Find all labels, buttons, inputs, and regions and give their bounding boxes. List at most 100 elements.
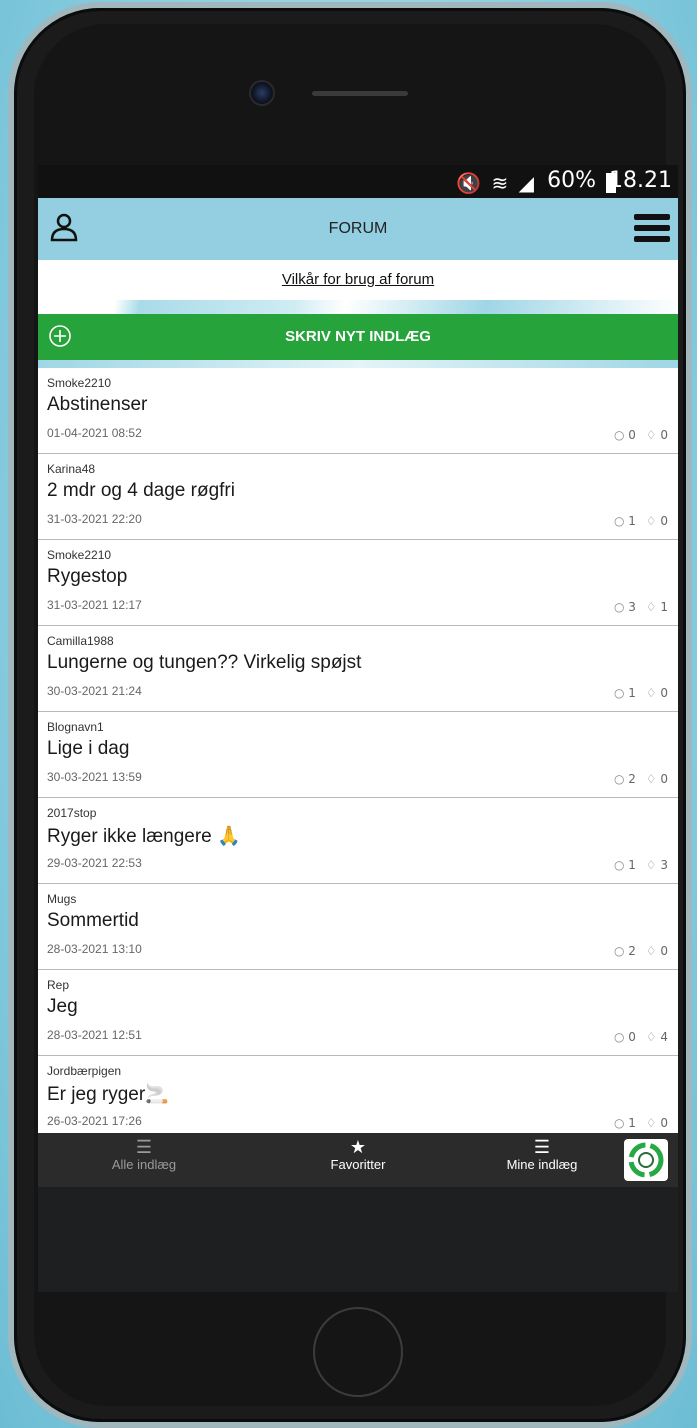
list-icon: ☰ xyxy=(135,1137,153,1157)
app-header: FORUM xyxy=(38,198,678,260)
list-item[interactable]: Mugs Sommertid 28-03-2021 13:10 ○ 2 ♢ 0 xyxy=(38,884,678,970)
list-item[interactable]: Blognavn1 Lige i dag 30-03-2021 13:59 ○ … xyxy=(38,712,678,798)
comment-icon: ○ xyxy=(613,944,625,958)
post-title: Sommertid xyxy=(47,910,139,931)
home-button[interactable] xyxy=(313,1307,403,1397)
bottom-nav: ☰ Alle indlæg ★ Favoritter ☰ Mine indlæg xyxy=(38,1133,678,1187)
hamburger-menu-icon[interactable] xyxy=(634,214,670,242)
post-date: 31-03-2021 12:17 xyxy=(47,598,142,612)
post-date: 26-03-2021 17:26 xyxy=(47,1114,142,1128)
like-count: 0 xyxy=(660,514,668,528)
comment-icon: ○ xyxy=(613,514,625,528)
comment-icon: ○ xyxy=(613,772,625,786)
list-item[interactable]: Smoke2210 Abstinenser 01-04-2021 08:52 ○… xyxy=(38,368,678,454)
status-icons: 🔇 ≋ ◢ xyxy=(456,171,536,195)
post-date: 31-03-2021 22:20 xyxy=(47,512,142,526)
like-count: 0 xyxy=(660,772,668,786)
comment-count: 1 xyxy=(628,858,636,872)
list-item[interactable]: 2017stop Ryger ikke længere 🙏 29-03-2021… xyxy=(38,798,678,884)
list-item[interactable]: Jordbærpigen Er jeg ryger🚬 26-03-2021 17… xyxy=(38,1056,678,1142)
blank-area xyxy=(38,1187,678,1292)
post-stats: ○ 0 ♢ 0 xyxy=(608,428,668,442)
post-stats: ○ 1 ♢ 0 xyxy=(608,514,668,528)
post-date: 28-03-2021 13:10 xyxy=(47,942,142,956)
status-bar: 🔇 ≋ ◢ 60% 18.21 xyxy=(38,165,678,198)
battery-level: 60% xyxy=(547,168,596,193)
comment-count: 1 xyxy=(628,686,636,700)
camera xyxy=(249,80,275,106)
nav-favorites[interactable]: ★ Favoritter xyxy=(268,1137,448,1172)
post-stats: ○ 1 ♢ 3 xyxy=(608,858,668,872)
post-title: Abstinenser xyxy=(47,394,148,415)
like-count: 3 xyxy=(660,858,668,872)
post-author: Camilla1988 xyxy=(47,634,114,648)
like-icon: ♢ xyxy=(645,600,657,614)
post-title: Rygestop xyxy=(47,566,128,587)
post-author: Smoke2210 xyxy=(47,376,112,390)
list-icon: ☰ xyxy=(533,1137,551,1157)
app-logo[interactable] xyxy=(624,1139,668,1181)
decorative-band-2 xyxy=(38,360,678,368)
comment-icon: ○ xyxy=(613,1116,625,1130)
post-stats: ○ 0 ♢ 4 xyxy=(608,1030,668,1044)
like-count: 4 xyxy=(660,1030,668,1044)
list-item[interactable]: Smoke2210 Rygestop 31-03-2021 12:17 ○ 3 … xyxy=(38,540,678,626)
terms-bar: Vilkår for brug af forum xyxy=(38,260,678,300)
comment-icon: ○ xyxy=(613,600,625,614)
like-icon: ♢ xyxy=(645,944,657,958)
like-count: 0 xyxy=(660,1116,668,1130)
post-stats: ○ 2 ♢ 0 xyxy=(608,944,668,958)
comment-count: 3 xyxy=(628,600,636,614)
clock: 18.21 xyxy=(609,168,672,193)
nav-my-posts[interactable]: ☰ Mine indlæg xyxy=(482,1137,602,1172)
comment-count: 2 xyxy=(628,944,636,958)
post-author: Blognavn1 xyxy=(47,720,104,734)
post-title: 2 mdr og 4 dage røgfri xyxy=(47,480,235,501)
comment-count: 1 xyxy=(628,1116,636,1130)
post-stats: ○ 1 ♢ 0 xyxy=(608,686,668,700)
nav-all-label: Alle indlæg xyxy=(111,1157,177,1172)
like-icon: ♢ xyxy=(645,428,657,442)
post-stats: ○ 2 ♢ 0 xyxy=(608,772,668,786)
post-date: 29-03-2021 22:53 xyxy=(47,856,142,870)
new-post-button[interactable]: SKRIV NYT INDLÆG xyxy=(38,314,678,360)
page-title: FORUM xyxy=(328,220,388,237)
post-title: Ryger ikke længere 🙏 xyxy=(47,826,241,847)
post-date: 28-03-2021 12:51 xyxy=(47,1028,142,1042)
post-title: Lige i dag xyxy=(47,738,130,759)
like-icon: ♢ xyxy=(645,858,657,872)
list-item[interactable]: Rep Jeg 28-03-2021 12:51 ○ 0 ♢ 4 xyxy=(38,970,678,1056)
comment-count: 2 xyxy=(628,772,636,786)
post-date: 01-04-2021 08:52 xyxy=(47,426,142,440)
list-item[interactable]: Karina48 2 mdr og 4 dage røgfri 31-03-20… xyxy=(38,454,678,540)
comment-count: 0 xyxy=(628,428,636,442)
new-post-label: SKRIV NYT INDLÆG xyxy=(285,328,431,345)
list-item[interactable]: Camilla1988 Lungerne og tungen?? Virkeli… xyxy=(38,626,678,712)
like-icon: ♢ xyxy=(645,1030,657,1044)
decorative-band xyxy=(38,300,678,314)
like-icon: ♢ xyxy=(645,772,657,786)
like-count: 0 xyxy=(660,686,668,700)
comment-count: 1 xyxy=(628,514,636,528)
terms-link[interactable]: Vilkår for brug af forum xyxy=(282,271,434,288)
comment-icon: ○ xyxy=(613,428,625,442)
nav-mine-label: Mine indlæg xyxy=(506,1157,578,1172)
post-author: Smoke2210 xyxy=(47,548,112,562)
like-icon: ♢ xyxy=(645,514,657,528)
star-icon: ★ xyxy=(349,1137,367,1157)
comment-icon: ○ xyxy=(613,686,625,700)
nav-favorites-label: Favoritter xyxy=(330,1157,386,1172)
post-author: Mugs xyxy=(47,892,77,906)
post-author: Karina48 xyxy=(47,462,96,476)
post-author: Jordbærpigen xyxy=(47,1064,122,1078)
post-list: Smoke2210 Abstinenser 01-04-2021 08:52 ○… xyxy=(38,368,678,1142)
post-title: Lungerne og tungen?? Virkelig spøjst xyxy=(47,652,362,673)
like-icon: ♢ xyxy=(645,686,657,700)
comment-icon: ○ xyxy=(613,858,625,872)
nav-all-posts[interactable]: ☰ Alle indlæg xyxy=(54,1137,234,1172)
speaker-grill xyxy=(312,91,408,96)
post-title: Jeg xyxy=(47,996,78,1017)
post-author: 2017stop xyxy=(47,806,97,820)
post-author: Rep xyxy=(47,978,70,992)
post-date: 30-03-2021 21:24 xyxy=(47,684,142,698)
